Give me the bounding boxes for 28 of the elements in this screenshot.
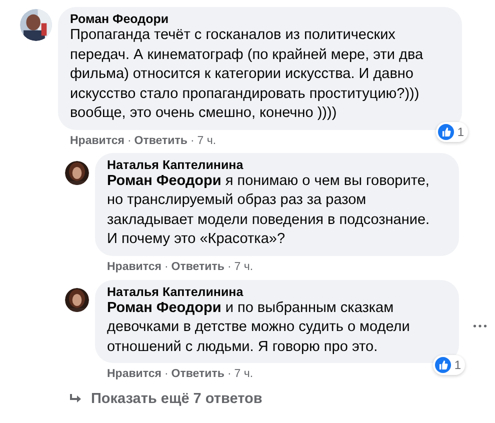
comment-text: Пропаганда течёт с госканалов из политических передач. А кинематограф (по крайней мере, эти два фильма) относится к категории искусства. И давно искусство стало пропагандировать проституцию?))) вообще, это очень смешно, конечно )))): [70, 26, 424, 123]
reply-link[interactable]: Ответить: [171, 367, 224, 381]
comment-text: Роман Феодори я понимаю о чем вы говорите, но транслируемый образ раз за разом закладывает модели поведения в подсознание. И почему это «Красотка»?: [107, 172, 431, 249]
reply-link[interactable]: Ответить: [134, 134, 188, 148]
timestamp[interactable]: 7 ч.: [197, 134, 216, 148]
author-name[interactable]: Роман Феодори: [70, 12, 450, 26]
separator-dot: ·: [227, 260, 232, 274]
like-link[interactable]: Нравится: [70, 134, 124, 148]
comment-text: Роман Феодори и по выбранным сказкам девочками в детстве можно судить о модели отношений с людьми. Я говорю про это.: [107, 298, 411, 356]
reply-link[interactable]: Ответить: [171, 260, 224, 274]
separator-dot: ·: [127, 134, 132, 148]
more-options-icon[interactable]: [473, 324, 487, 328]
separator-dot: ·: [164, 260, 168, 274]
timestamp[interactable]: 7 ч.: [234, 367, 254, 381]
like-link[interactable]: Нравится: [107, 260, 162, 274]
show-more-replies-link[interactable]: Показать ещё 7 ответов: [65, 387, 495, 407]
separator-dot: ·: [190, 134, 194, 148]
timestamp[interactable]: 7 ч.: [234, 260, 254, 274]
separator-dot: ·: [227, 367, 232, 381]
thumbs-up-icon: [438, 124, 454, 140]
reply-arrow-icon: [69, 393, 83, 405]
reaction-badge[interactable]: 1: [436, 122, 468, 142]
reaction-badge[interactable]: 1: [433, 355, 465, 375]
thumbs-up-icon: [435, 357, 452, 373]
author-name[interactable]: Наталья Каптелинина: [107, 158, 447, 172]
like-link[interactable]: Нравится: [107, 367, 162, 381]
author-name[interactable]: Наталья Каптелинина: [107, 284, 447, 298]
separator-dot: ·: [164, 367, 168, 381]
